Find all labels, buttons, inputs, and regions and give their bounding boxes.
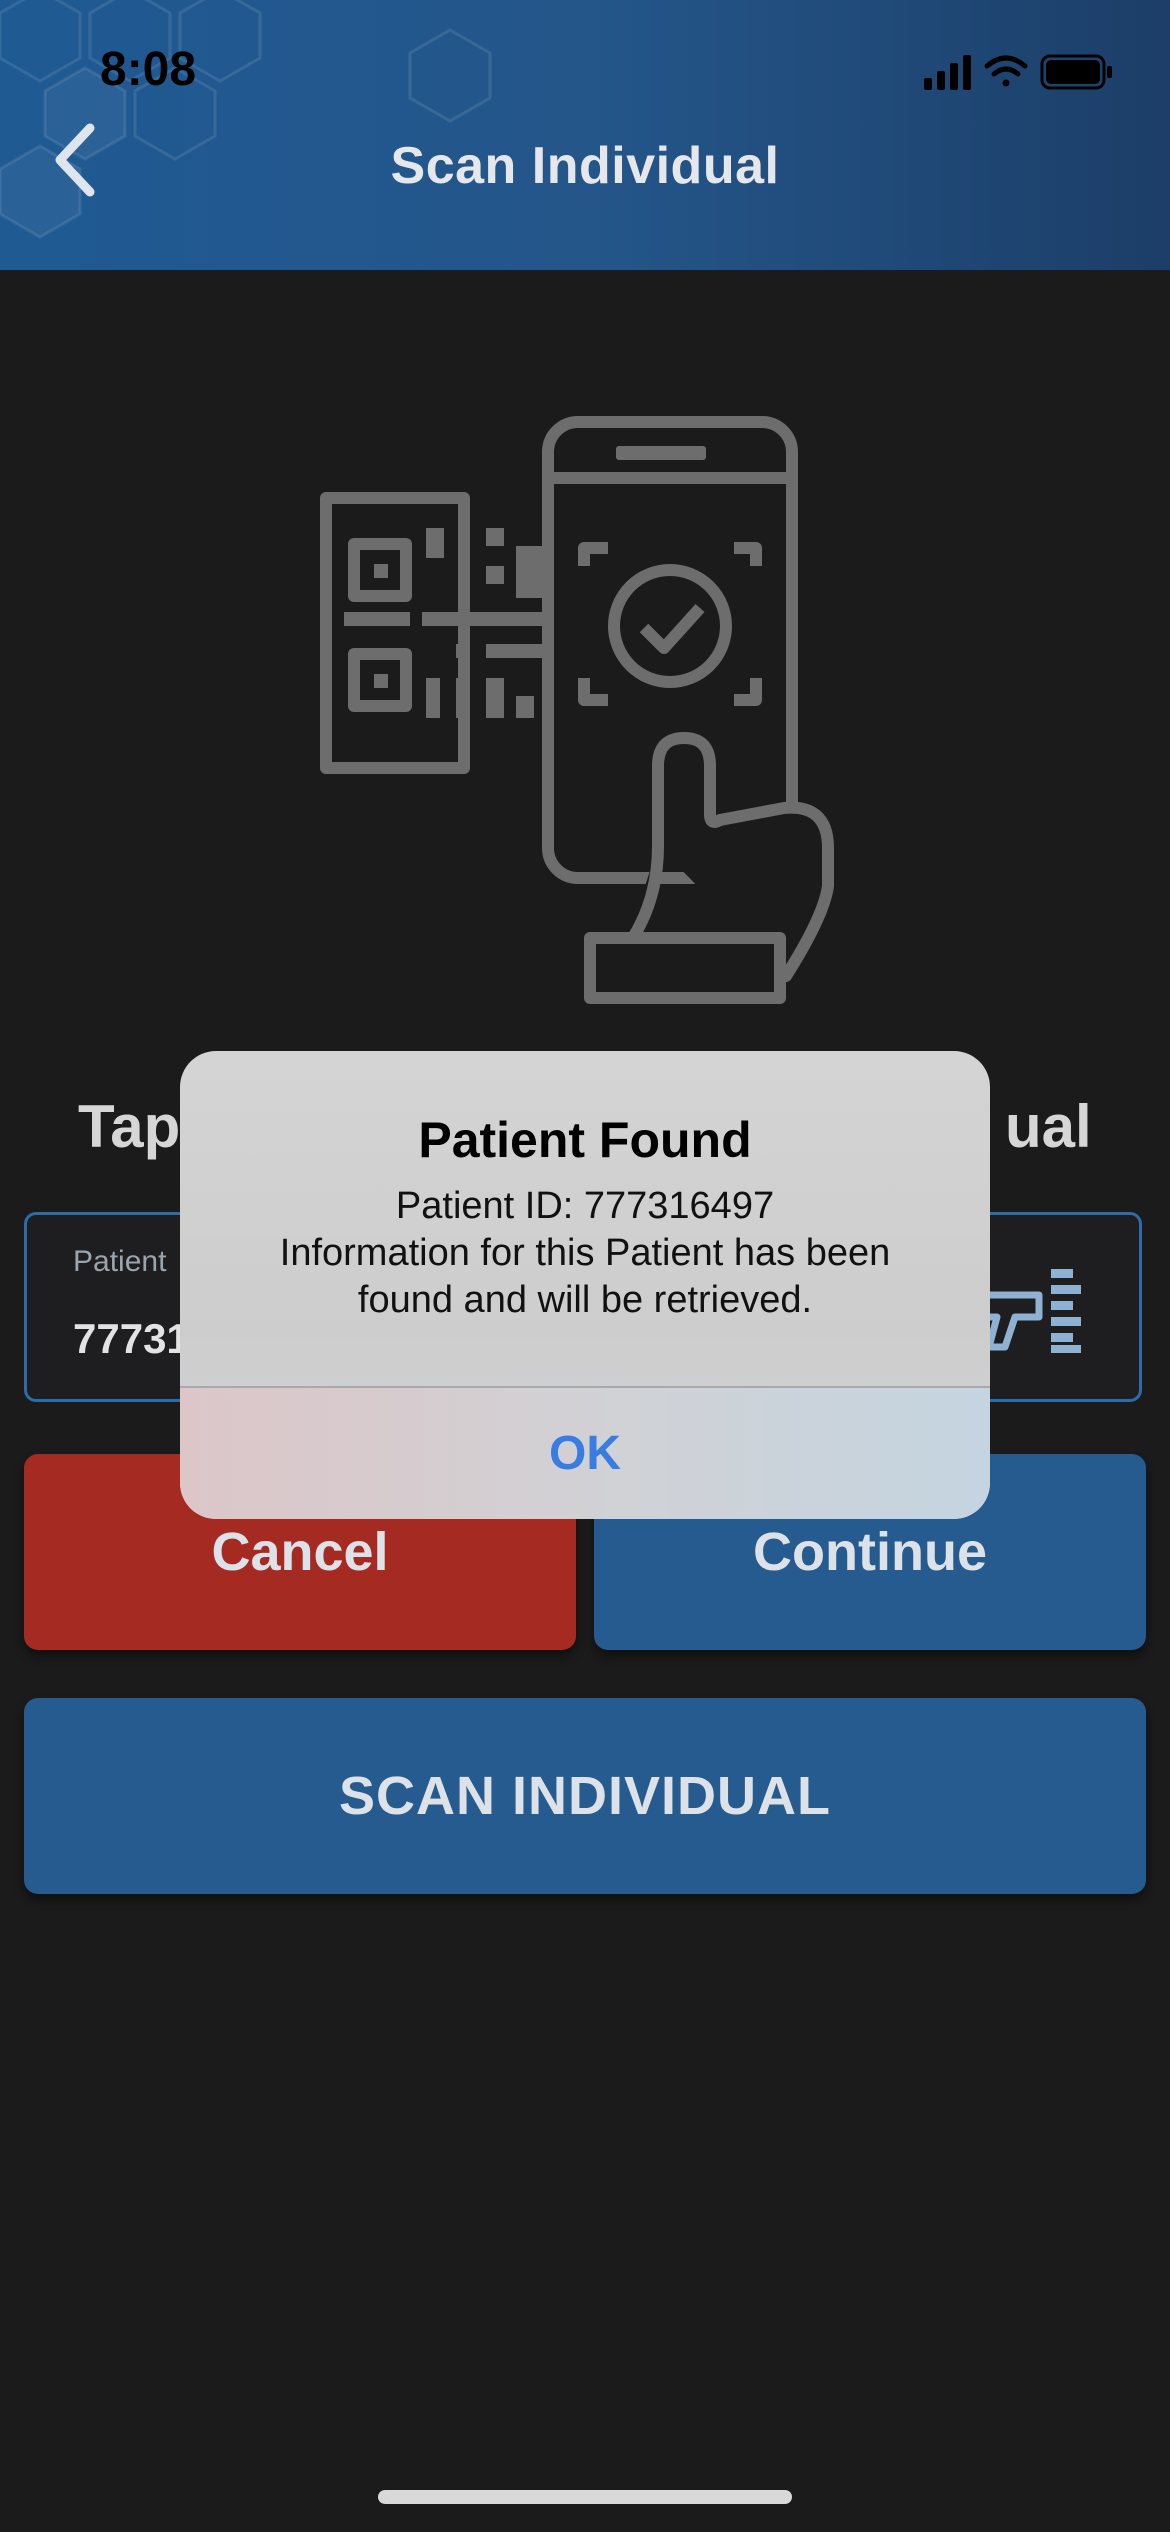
status-icons [924,52,1114,97]
patient-id-label: Patient [73,1245,167,1278]
wifi-icon [984,55,1028,87]
phone-qr-scan-icon [320,416,834,1004]
app-header: 8:08 Scan Individual [0,0,1170,270]
ok-button[interactable]: OK [180,1388,990,1519]
patient-id-value[interactable]: 77731 [73,1315,190,1363]
dialog-title: Patient Found [418,1112,752,1168]
cellular-signal-icon [924,55,971,90]
patient-found-dialog: Patient Found Patient ID: 777316497 Info… [180,1051,990,1519]
battery-icon [1040,54,1112,90]
scan-individual-button[interactable]: SCAN INDIVIDUAL [24,1698,1146,1894]
scan-prompt-right: ual [1005,1093,1092,1160]
dialog-patient-id: Patient ID: 777316497 [395,1185,775,1227]
barcode-scanner-icon [981,1269,1081,1353]
dialog-info-line: Information for this Patient has been [279,1232,891,1274]
scan-prompt-left: Tap [78,1093,181,1160]
dialog-info-line-2: found and will be retrieved. [357,1279,813,1321]
status-time: 8:08 [100,43,197,96]
home-indicator [378,2490,792,2504]
page-title: Scan Individual [390,137,780,195]
dialog-message: Patient ID: 777316497 Information for th… [220,1183,950,1324]
barcode-scanner-button[interactable] [979,1265,1089,1360]
